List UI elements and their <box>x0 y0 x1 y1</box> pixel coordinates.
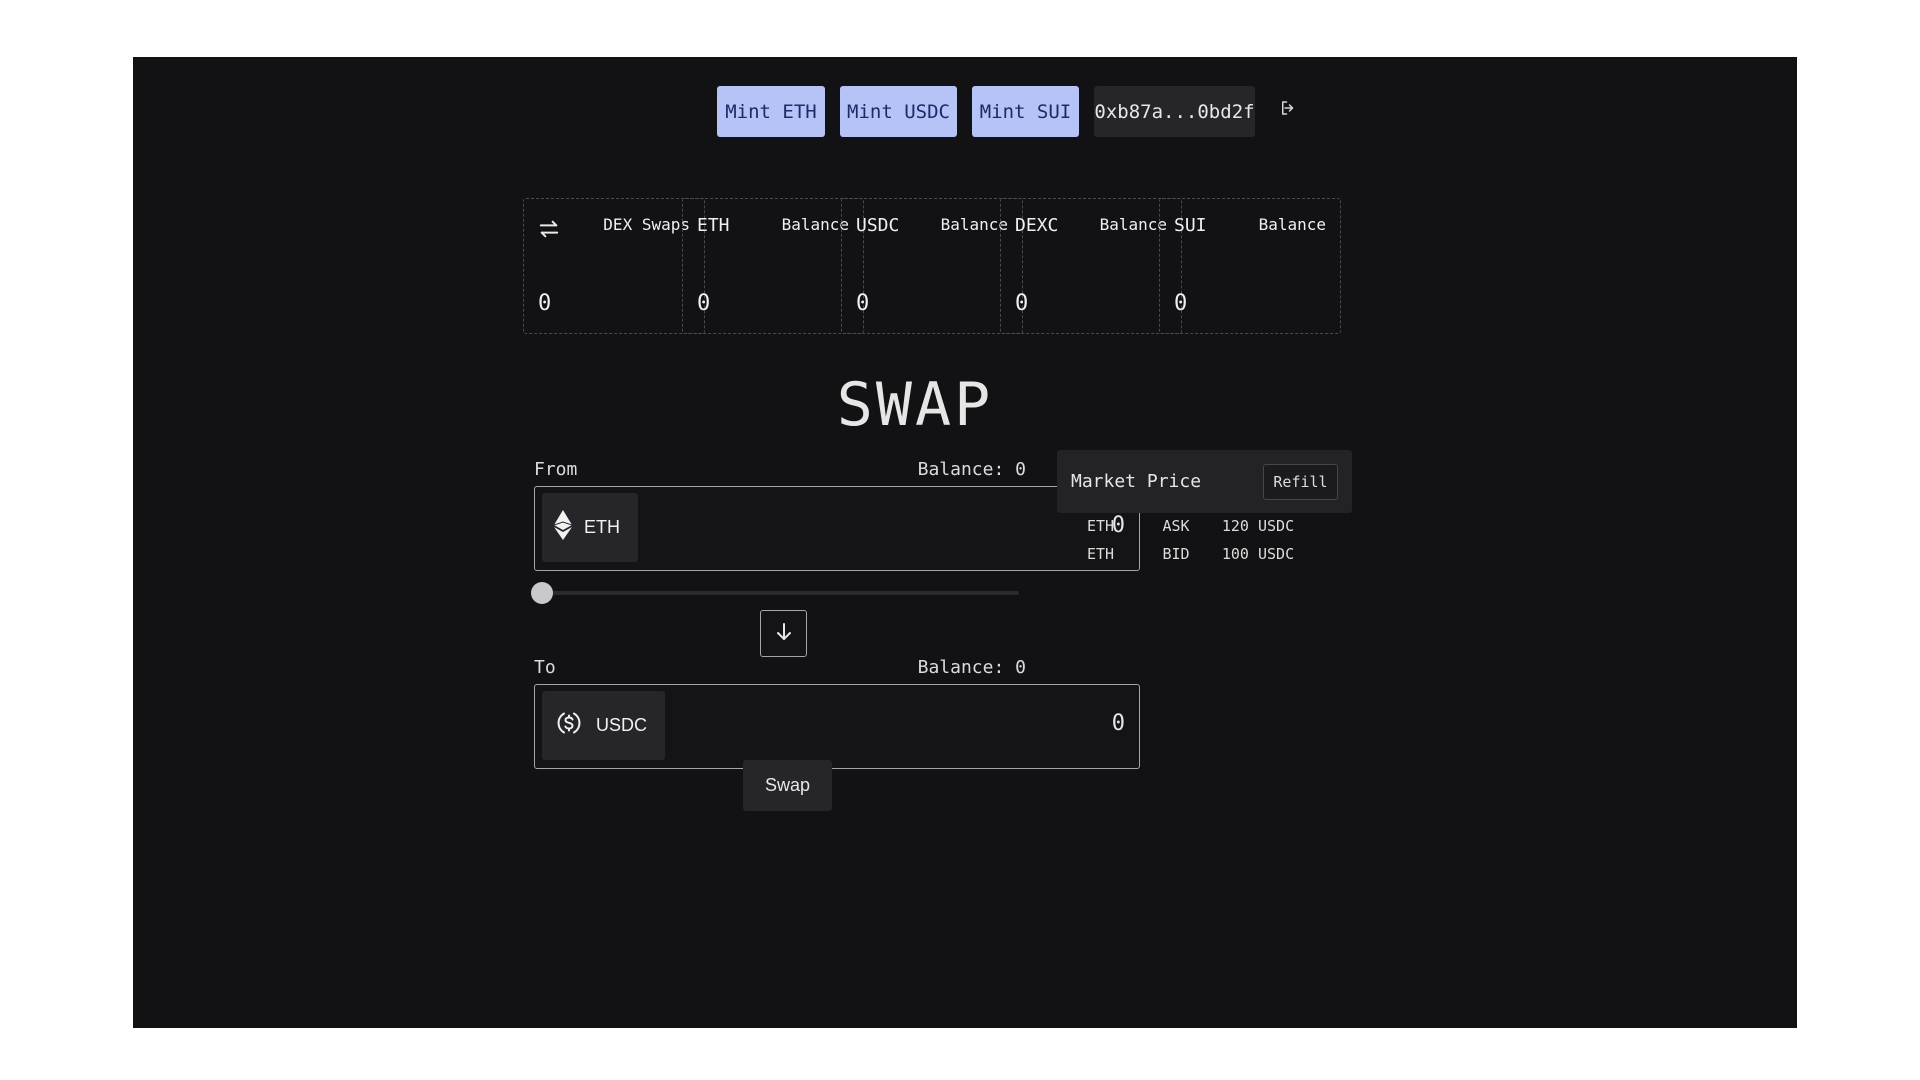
market-row-side: BID <box>1162 545 1190 563</box>
stat-card-sui: SUI Balance 0 <box>1159 198 1341 334</box>
from-label: From <box>534 459 578 480</box>
to-token-label: USDC <box>596 715 648 735</box>
refill-button[interactable]: Refill <box>1263 464 1338 500</box>
stat-card-eth: ETH Balance 0 <box>682 198 864 334</box>
market-row-token: ETH <box>1086 517 1115 535</box>
stat-card-token: ETH <box>697 215 730 236</box>
market-row-price: 120 USDC <box>1221 517 1295 535</box>
wallet-address-button[interactable]: 0xb87a...0bd2f <box>1094 86 1255 137</box>
stat-card-usdc: USDC Balance 0 <box>841 198 1023 334</box>
market-row-token: ETH <box>1086 545 1115 563</box>
stat-card-label: DEX Swaps <box>603 215 690 234</box>
stat-card-dex-swaps: DEX Swaps 0 <box>523 198 705 334</box>
market-price-row: ETH ASK 120 USDC <box>1057 517 1352 535</box>
swap-arrows-icon <box>538 219 560 243</box>
stat-card-dexc: DEXC Balance 0 <box>1000 198 1182 334</box>
mint-usdc-button[interactable]: Mint USDC <box>840 86 957 137</box>
usdc-icon <box>554 708 584 743</box>
to-token-selector[interactable]: USDC <box>542 691 666 760</box>
stat-card-token: DEXC <box>1015 215 1059 236</box>
stat-card-value: 0 <box>856 291 870 316</box>
stat-card-label: Balance <box>781 215 849 234</box>
market-price-title: Market Price <box>1071 471 1202 492</box>
to-balance: Balance: 0 <box>917 657 1026 678</box>
stat-card-value: 0 <box>1174 291 1188 316</box>
to-amount-output: 0 <box>1111 711 1125 736</box>
stat-card-label: Balance <box>1258 215 1326 234</box>
from-input-box: ETH 0 <box>534 486 1140 571</box>
from-token-selector[interactable]: ETH <box>542 493 638 562</box>
market-price-header: Market Price Refill <box>1057 450 1352 513</box>
logout-icon[interactable] <box>1276 96 1300 120</box>
app-window: Mint ETH Mint USDC Mint SUI 0xb87a...0bd… <box>133 57 1797 1028</box>
stat-card-value: 0 <box>1015 291 1029 316</box>
stat-card-label: Balance <box>940 215 1008 234</box>
to-input-box: USDC 0 <box>534 684 1140 769</box>
arrow-down-icon <box>775 622 793 646</box>
stat-card-token: SUI <box>1174 215 1207 236</box>
market-row-side: ASK <box>1162 517 1190 535</box>
amount-slider-thumb[interactable] <box>531 582 553 604</box>
swap-button[interactable]: Swap <box>743 760 832 811</box>
swap-title: SWAP <box>836 370 994 440</box>
stat-card-label: Balance <box>1099 215 1167 234</box>
stat-card-value: 0 <box>538 291 552 316</box>
ethereum-icon <box>553 510 573 545</box>
mint-sui-button[interactable]: Mint SUI <box>972 86 1079 137</box>
market-price-row: ETH BID 100 USDC <box>1057 545 1352 563</box>
stat-card-token: USDC <box>856 215 900 236</box>
to-label: To <box>534 657 556 678</box>
from-balance: Balance: 0 <box>917 459 1026 480</box>
mint-eth-button[interactable]: Mint ETH <box>717 86 825 137</box>
stat-card-value: 0 <box>697 291 711 316</box>
switch-direction-button[interactable] <box>760 610 807 657</box>
amount-slider-track[interactable] <box>534 591 1019 595</box>
market-row-price: 100 USDC <box>1221 545 1295 563</box>
from-token-label: ETH <box>584 517 620 537</box>
